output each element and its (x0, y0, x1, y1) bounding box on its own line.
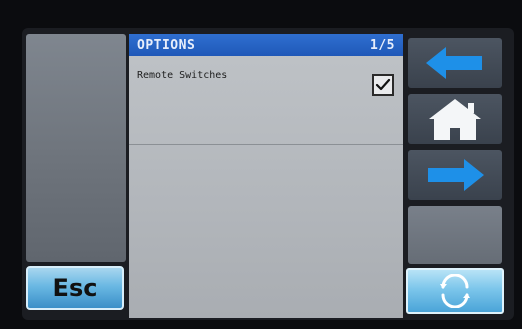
option-row-remote-switches[interactable]: Remote Switches (129, 56, 403, 145)
right-panel-blank (408, 206, 502, 264)
refresh-icon (440, 274, 470, 308)
options-panel: OPTIONS 1/5 Remote Switches (129, 34, 403, 318)
home-button[interactable] (408, 94, 502, 144)
esc-button[interactable]: Esc (26, 266, 124, 310)
next-button[interactable] (408, 150, 502, 200)
left-panel (26, 34, 126, 262)
arrow-right-icon (428, 159, 484, 191)
page-title: OPTIONS (137, 37, 196, 53)
page-indicator: 1/5 (370, 37, 395, 53)
refresh-button[interactable] (406, 268, 504, 314)
home-icon (429, 99, 481, 140)
checkmark-icon (375, 78, 391, 91)
remote-switches-checkbox[interactable] (372, 74, 394, 96)
option-label: Remote Switches (137, 70, 228, 81)
back-button[interactable] (408, 38, 502, 88)
arrow-left-icon (426, 47, 482, 79)
options-header: OPTIONS 1/5 (129, 34, 403, 56)
